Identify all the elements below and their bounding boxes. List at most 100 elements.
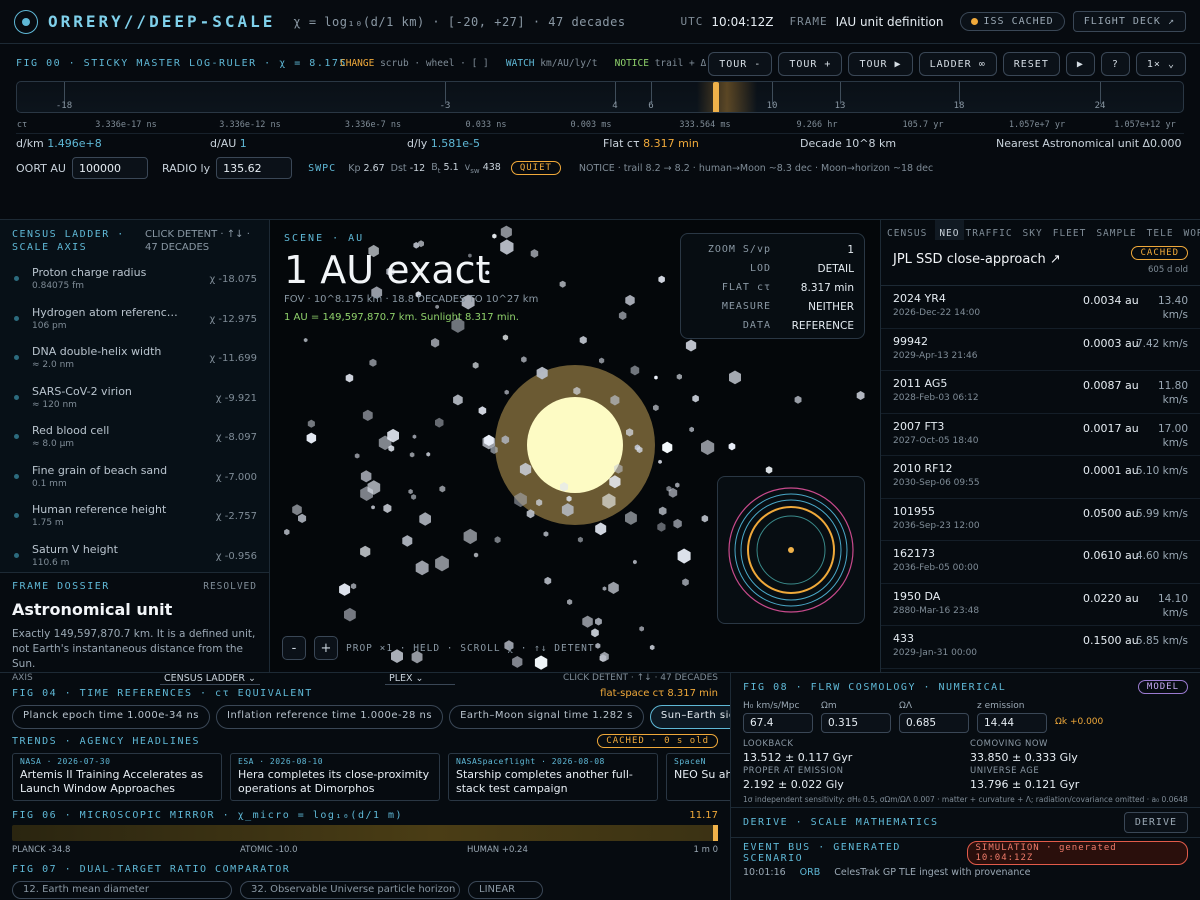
ruler-tick-label: 6 — [648, 101, 654, 111]
tab-fleet[interactable]: FLEET — [1051, 220, 1095, 240]
tab-sample[interactable]: SAMPLE — [1094, 220, 1144, 240]
census-item[interactable]: Saturn V height 110.6 mχ -0.956 — [0, 537, 269, 573]
census-hint: CLICK DETENT · ↑↓ · 47 DECADES — [145, 229, 250, 253]
radio-ly-input[interactable] — [216, 157, 293, 179]
tab-sky[interactable]: SKY — [1021, 220, 1051, 240]
frame-label: FRAME — [789, 15, 828, 28]
inputs-row: OORT AU RADIO ly SWPC Kp 2.67 Dst -12 Bt… — [16, 156, 933, 180]
ct-label: 0.003 ms — [570, 120, 612, 130]
neo-row[interactable]: 99942 2029-Apr-13 21:46 0.0003 au 7.42 km/s — [881, 329, 1200, 371]
vsw-label-sub: sw — [470, 166, 480, 175]
census-item[interactable]: Proton charge radius 0.84075 fm χ -18.075 — [0, 260, 269, 300]
lookback-label: LOOKBACK — [743, 739, 794, 749]
census-dot-icon — [14, 434, 19, 439]
play-button[interactable]: ▶ — [1065, 52, 1095, 76]
asteroid-marker — [649, 644, 655, 651]
news-headline: Artemis II Training Accelerates as Launc… — [20, 768, 204, 795]
news-card[interactable]: ESA · 2026-08-10 Hera completes its close… — [230, 753, 440, 801]
neo-row[interactable]: 433 2029-Jan-31 00:00 0.1500 au 5.85 km/s — [881, 626, 1200, 669]
neo-row[interactable]: 2007 FT3 2027-Oct-05 18:40 0.0017 au 17.00 … — [881, 414, 1200, 456]
micro-mirror-bar[interactable] — [12, 825, 718, 841]
zoom-in-button[interactable]: + — [314, 636, 338, 660]
neo-row[interactable]: 101955 2036-Sep-23 12:00 0.0500 au 5.99 km/… — [881, 499, 1200, 541]
asteroid-marker — [435, 555, 449, 572]
derive-button[interactable]: DERIVE — [1123, 812, 1188, 833]
census-item[interactable]: Red blood cell ≈ 8.0 μm χ -8.097 — [0, 418, 269, 458]
flight-deck-button[interactable]: FLIGHT DECK ↗ — [1072, 11, 1186, 32]
asteroid-marker — [765, 466, 773, 474]
speed-select[interactable]: 1× ⌄ — [1135, 52, 1186, 76]
ratio-target-b-select[interactable]: 32. Observable Universe particle horizon — [240, 881, 460, 899]
log-ruler-track[interactable]: -18 -3 4 6 10 13 18 24 — [16, 81, 1184, 113]
derive-section: DERIVE · SCALE MATHEMATICS DERIVE — [731, 807, 1200, 837]
help-button[interactable]: ? — [1100, 52, 1130, 76]
scene-viewport[interactable]: SCENE · AU 1 AU exact FOV · 10^8.175 km … — [270, 220, 880, 670]
neo-distance: 0.0001 au — [1083, 464, 1139, 477]
tour-next-button[interactable]: TOUR + — [778, 52, 843, 76]
neo-row[interactable]: 2011 AG5 2028-Feb-03 06:12 0.0087 au 11.80 … — [881, 371, 1200, 414]
neo-row[interactable]: 1950 DA 2880-Mar-16 23:48 0.0220 au 14.10 k… — [881, 584, 1200, 626]
universe-age-value: 13.796 ± 0.121 Gyr — [970, 778, 1080, 791]
census-item[interactable]: DNA double-helix width ≈ 2.0 nm χ -11.699 — [0, 339, 269, 379]
reset-button[interactable]: RESET — [1002, 52, 1060, 76]
asteroid-marker — [639, 626, 644, 632]
ruler-buttons: TOUR - TOUR + TOUR ▶ LADDER ∞ RESET ▶ ? … — [708, 52, 1186, 76]
zoom-info-value: 8.317 min — [800, 281, 854, 294]
neo-speed: 4.60 km/s — [1135, 550, 1188, 562]
readout-dkm-value: 1.496e+8 — [47, 137, 102, 150]
asteroid-marker — [415, 560, 429, 576]
iss-cached-button[interactable]: ISS CACHED — [959, 12, 1065, 31]
legend-watch-text: km/AU/ly/t — [540, 58, 598, 69]
news-card[interactable]: NASASpaceflight · 2026-08-08 Starship com… — [448, 753, 658, 801]
ruler-legend: CHANGE scrub · wheel · [ ] WATCH km/AU/l… — [340, 58, 746, 69]
tab-census[interactable]: CENSUS — [885, 220, 935, 240]
neo-row[interactable]: 162173 2036-Feb-05 00:00 0.0610 au 4.60 km/… — [881, 541, 1200, 584]
neo-row[interactable]: 2024 YR4 2026-Dec-22 14:00 0.0034 au 13.40 … — [881, 286, 1200, 329]
dst-readout: Dst -12 — [391, 163, 426, 174]
census-ladder-panel: CENSUS LADDER · SCALE AXIS CLICK DETENT … — [0, 220, 270, 572]
ratio-scale-select[interactable]: LINEAR — [468, 881, 543, 899]
asteroid-marker — [472, 361, 479, 369]
neo-speed: 5.85 km/s — [1135, 635, 1188, 647]
news-card[interactable]: SpaceN NEO Su ahead — [666, 753, 730, 801]
neo-row[interactable]: 2010 RF12 2030-Sep-06 09:55 0.0001 au 5.10 … — [881, 456, 1200, 499]
time-chip-sun-earth[interactable]: Sun–Earth signal — [649, 705, 730, 729]
tour-prev-button[interactable]: TOUR - — [708, 52, 773, 76]
zoom-info-key: FLAT cτ — [721, 282, 771, 293]
tab-world[interactable]: WORLD — [1182, 220, 1200, 240]
ruler-cursor-glow — [697, 82, 757, 112]
axis-select-plex[interactable]: PLEX ⌄ — [385, 673, 455, 685]
asteroid-marker — [412, 434, 417, 439]
time-chip-earth-moon[interactable]: Earth–Moon signal time 1.282 s — [449, 705, 644, 729]
zoom-info-row: MEASURE NEITHER — [691, 297, 854, 316]
ruler-cursor-handle[interactable] — [713, 82, 719, 112]
news-card[interactable]: NASA · 2026-07-30 Artemis II Training Acc… — [12, 753, 222, 801]
census-dot-icon — [14, 473, 19, 479]
omega-l-input[interactable] — [899, 713, 969, 733]
h0-input[interactable] — [743, 713, 813, 733]
ratio-target-a-select[interactable]: 12. Earth mean diameter — [12, 881, 232, 899]
omega-m-input[interactable] — [821, 713, 891, 733]
census-item[interactable]: SARS-CoV-2 virion ≈ 120 nm χ -9.921 — [0, 379, 269, 419]
census-item[interactable]: Human reference height 1.75 mχ -2.757 — [0, 497, 269, 537]
zoom-out-button[interactable]: - — [282, 636, 306, 660]
ladder-button[interactable]: LADDER ∞ — [918, 52, 997, 76]
census-item[interactable]: Hydrogen atom reference … 106 pm χ -12.975 — [0, 300, 269, 340]
zoom-info-key: MEASURE — [721, 301, 771, 312]
census-item[interactable]: Fine grain of beach sand 0.1 mm χ -7.000 — [0, 458, 269, 498]
asteroid-marker — [478, 406, 487, 415]
orbit-minimap[interactable] — [717, 476, 865, 624]
micro-bar-handle[interactable] — [713, 825, 718, 841]
tab-traffic[interactable]: TRAFFIC — [964, 220, 1021, 240]
asteroid-marker — [426, 452, 431, 457]
z-emission-input[interactable] — [977, 713, 1047, 733]
time-chip-inflation[interactable]: Inflation reference time 1.000e-28 ns — [216, 705, 444, 729]
tab-tele[interactable]: TELE — [1145, 220, 1182, 240]
axis-select-census[interactable]: CENSUS LADDER ⌄ — [160, 673, 260, 685]
tab-neo[interactable]: NEO — [935, 220, 964, 240]
oort-au-input[interactable] — [71, 157, 148, 179]
time-chip-planck[interactable]: Planck epoch time 1.000e-34 ns — [12, 705, 210, 729]
census-item-chi: χ -12.975 — [209, 313, 257, 325]
ct-label: 333.564 ms — [679, 120, 731, 130]
tour-play-button[interactable]: TOUR ▶ — [848, 52, 913, 76]
